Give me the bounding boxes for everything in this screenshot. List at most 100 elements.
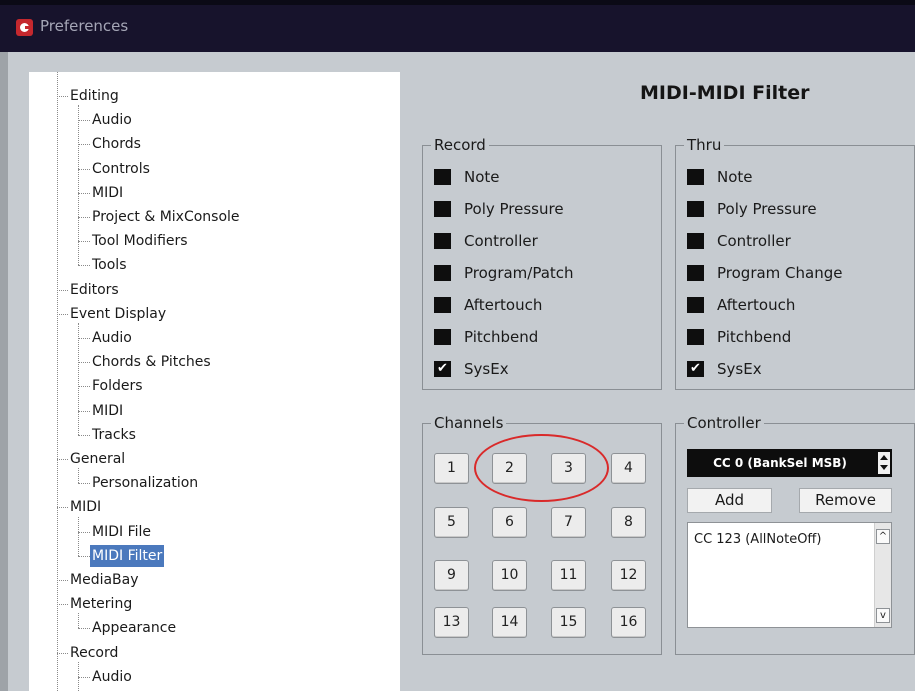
checkbox[interactable] xyxy=(434,201,451,217)
thru-filter-label: Poly Pressure xyxy=(717,200,817,218)
controller-select[interactable]: CC 0 (BankSel MSB) xyxy=(687,449,892,477)
channels-group-title: Channels xyxy=(431,414,507,432)
tree-item-label: Tracks xyxy=(92,426,136,443)
page-title: MIDI-MIDI Filter xyxy=(640,82,810,104)
tree-connector xyxy=(78,410,90,412)
tree-connector xyxy=(57,604,68,606)
controller-list-scrollbar[interactable]: ^ v xyxy=(874,523,891,627)
record-filter-label: Program/Patch xyxy=(464,264,574,282)
tree-connector xyxy=(78,192,90,194)
tree-connector xyxy=(57,580,68,581)
controller-group-title: Controller xyxy=(684,414,764,432)
spin-down-icon[interactable] xyxy=(880,465,888,470)
preferences-tree[interactable]: Editing Audio Chords Controls MIDI Project & … xyxy=(29,72,400,691)
record-filter-label: Aftertouch xyxy=(464,296,543,314)
tree-connector xyxy=(78,555,90,557)
tree-connector xyxy=(57,289,68,291)
channel-button-4[interactable]: 4 xyxy=(611,453,646,484)
checkbox[interactable] xyxy=(434,297,451,313)
record-filter-label: Controller xyxy=(464,232,538,250)
tree-connector xyxy=(78,434,90,436)
scroll-down-icon[interactable]: v xyxy=(876,608,890,623)
checkbox[interactable] xyxy=(687,201,704,217)
controller-spinner[interactable] xyxy=(878,452,890,474)
tree-item-label: Controls xyxy=(92,160,150,177)
channel-button-8[interactable]: 8 xyxy=(611,507,646,538)
tree-connector xyxy=(78,217,90,218)
tree-connector xyxy=(57,313,68,315)
tree-connector xyxy=(78,338,90,339)
tree-item-label: MIDI Filter xyxy=(90,544,165,567)
tree-connector xyxy=(78,628,90,630)
channel-button-10[interactable]: 10 xyxy=(492,560,527,591)
controller-list-item[interactable]: CC 123 (AllNoteOff) xyxy=(694,532,821,547)
checkbox[interactable] xyxy=(687,329,704,345)
scroll-up-icon[interactable]: ^ xyxy=(876,529,890,544)
checkbox[interactable] xyxy=(687,169,704,185)
thru-filter-label: Aftertouch xyxy=(717,296,796,314)
tree-connector xyxy=(78,265,90,267)
channel-button-13[interactable]: 13 xyxy=(434,607,469,638)
thru-group: Thru Note Poly Pressure Controller Program … xyxy=(675,136,915,390)
tree-item-label: Project & MixConsole xyxy=(92,209,240,225)
channel-button-11[interactable]: 11 xyxy=(551,560,586,591)
checkbox[interactable] xyxy=(434,329,451,345)
tree-item-label: Audio xyxy=(92,668,132,685)
tree-item-label: Tool Modifiers xyxy=(92,233,188,250)
tree-item-label: Audio xyxy=(92,112,132,129)
thru-filter-label: Note xyxy=(717,168,753,186)
record-filter-label: Poly Pressure xyxy=(464,200,564,218)
record-filter-label: Note xyxy=(464,168,500,186)
tree-item-label: Appearance xyxy=(92,620,177,637)
channel-button-9[interactable]: 9 xyxy=(434,560,469,591)
controller-list[interactable]: CC 123 (AllNoteOff) ^ v xyxy=(687,522,892,628)
tree-item-label: Tools xyxy=(92,257,127,274)
tree-item-label: Metering xyxy=(70,596,133,613)
record-filter-label: Pitchbend xyxy=(464,328,539,346)
channel-button-6[interactable]: 6 xyxy=(492,507,527,538)
tree-connector xyxy=(78,168,90,170)
tree-item-label: Chords & Pitches xyxy=(92,354,211,371)
remove-button[interactable]: Remove xyxy=(799,488,892,513)
tree-connector xyxy=(57,652,68,654)
checkmark-icon[interactable]: ✔ xyxy=(434,361,451,377)
tree-connector xyxy=(57,507,68,509)
channel-button-1[interactable]: 1 xyxy=(434,453,469,484)
thru-filter-label: Program Change xyxy=(717,264,843,282)
tree-connector xyxy=(78,362,90,364)
tree-sub-spine xyxy=(78,613,79,629)
checkbox[interactable] xyxy=(687,265,704,281)
title-bar-top-strip xyxy=(0,0,915,5)
tree-item-label: Folders xyxy=(92,378,143,395)
spin-up-icon[interactable] xyxy=(880,455,888,460)
checkbox[interactable] xyxy=(687,233,704,249)
channel-button-14[interactable]: 14 xyxy=(492,607,527,638)
window-left-edge xyxy=(0,52,8,691)
checkbox[interactable] xyxy=(434,233,451,249)
tree-connector xyxy=(78,386,90,388)
tree-spine xyxy=(57,72,58,691)
title-bar: Preferences xyxy=(0,0,915,52)
tree-item-label: MIDI xyxy=(70,499,102,516)
channel-button-5[interactable]: 5 xyxy=(434,507,469,538)
checkmark-icon[interactable]: ✔ xyxy=(687,361,704,377)
tree-sub-spine xyxy=(78,468,79,484)
cubase-app-icon xyxy=(16,19,33,36)
tree-connector xyxy=(78,676,90,678)
checkbox[interactable] xyxy=(434,265,451,281)
tree-item-label: MIDI xyxy=(92,402,124,419)
tree-connector xyxy=(78,120,90,122)
checkbox[interactable] xyxy=(434,169,451,185)
channel-button-3[interactable]: 3 xyxy=(551,453,586,484)
tree-item-label: Record xyxy=(70,644,119,661)
record-group: Record Note Poly Pressure Controller Progra… xyxy=(422,136,662,390)
checkbox[interactable] xyxy=(687,297,704,313)
channel-button-16[interactable]: 16 xyxy=(611,607,646,638)
tree-item-label: Editors xyxy=(70,281,119,298)
channel-button-2[interactable]: 2 xyxy=(492,453,527,484)
tree-connector xyxy=(78,144,90,146)
channel-button-12[interactable]: 12 xyxy=(611,560,646,591)
channel-button-15[interactable]: 15 xyxy=(551,607,586,638)
channel-button-7[interactable]: 7 xyxy=(551,507,586,538)
add-button[interactable]: Add xyxy=(687,488,772,513)
